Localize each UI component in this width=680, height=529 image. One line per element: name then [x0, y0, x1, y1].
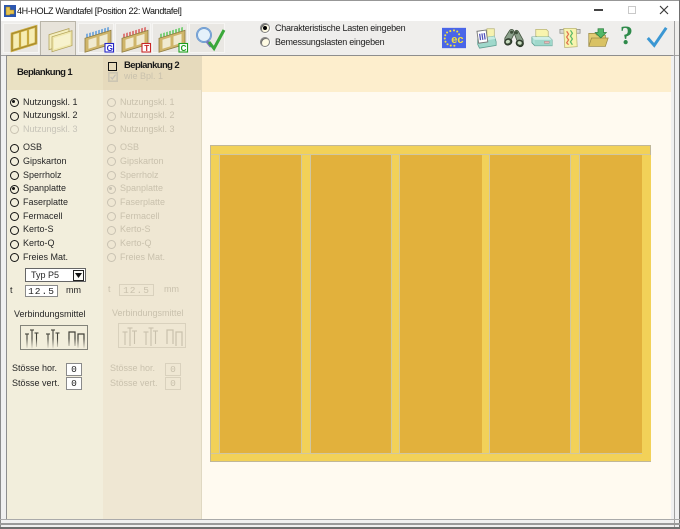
svg-text:G: G: [107, 44, 113, 53]
svg-text:C: C: [181, 44, 187, 53]
svg-text:T: T: [144, 44, 149, 53]
svg-text:ec: ec: [451, 34, 463, 46]
